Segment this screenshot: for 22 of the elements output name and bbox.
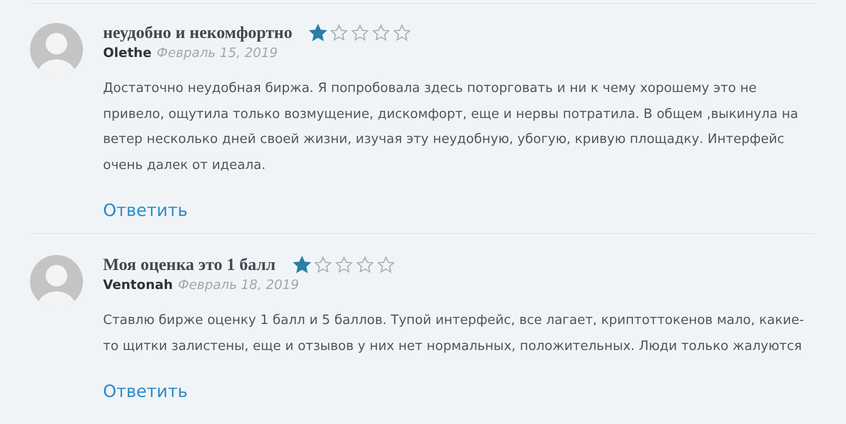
star-icon [330, 24, 348, 42]
reply-link[interactable]: Ответить [103, 382, 188, 402]
star-icon [309, 24, 328, 42]
review-date: Февраль 18, 2019 [178, 278, 299, 293]
review-title: неудобно и некомфортно [103, 23, 292, 43]
review-text: Достаточно неудобная биржа. Я попробовала здесь поторговать и ни к чему хорошему это не привело, ощутила только возмущение, дискомфорт, еще и нервы потратила. В общем ,выкинула на ветер несколько дней своей жизни, изучая эту неудобную, убогую, кривую площадку. Интерфейс очень далек от идеала. [103, 80, 800, 174]
star-icon [393, 24, 412, 42]
author-name: Ventonah [103, 278, 173, 293]
star-icon [314, 256, 332, 274]
star-icon [292, 256, 311, 274]
author-name: Olethe [103, 46, 152, 61]
review-text: Ставлю бирже оценку 1 балл и 5 баллов. Тупой интерфейс, все лагает, криптоттокенов мало, какие-то щитки залистены, еще и отзывов у них нет нормальных, положительных. Люди только жалуются [103, 312, 805, 356]
star-icon [372, 24, 390, 42]
reply-link[interactable]: Ответить [103, 201, 188, 221]
star-icon [356, 256, 374, 274]
star-icon [334, 256, 353, 274]
review-title: Моя оценка это 1 балл [103, 255, 276, 275]
star-icon [376, 256, 395, 274]
review-date: Февраль 15, 2019 [156, 46, 278, 61]
avatar-icon [30, 255, 83, 308]
star-icon [351, 24, 370, 42]
avatar-icon [30, 23, 83, 76]
